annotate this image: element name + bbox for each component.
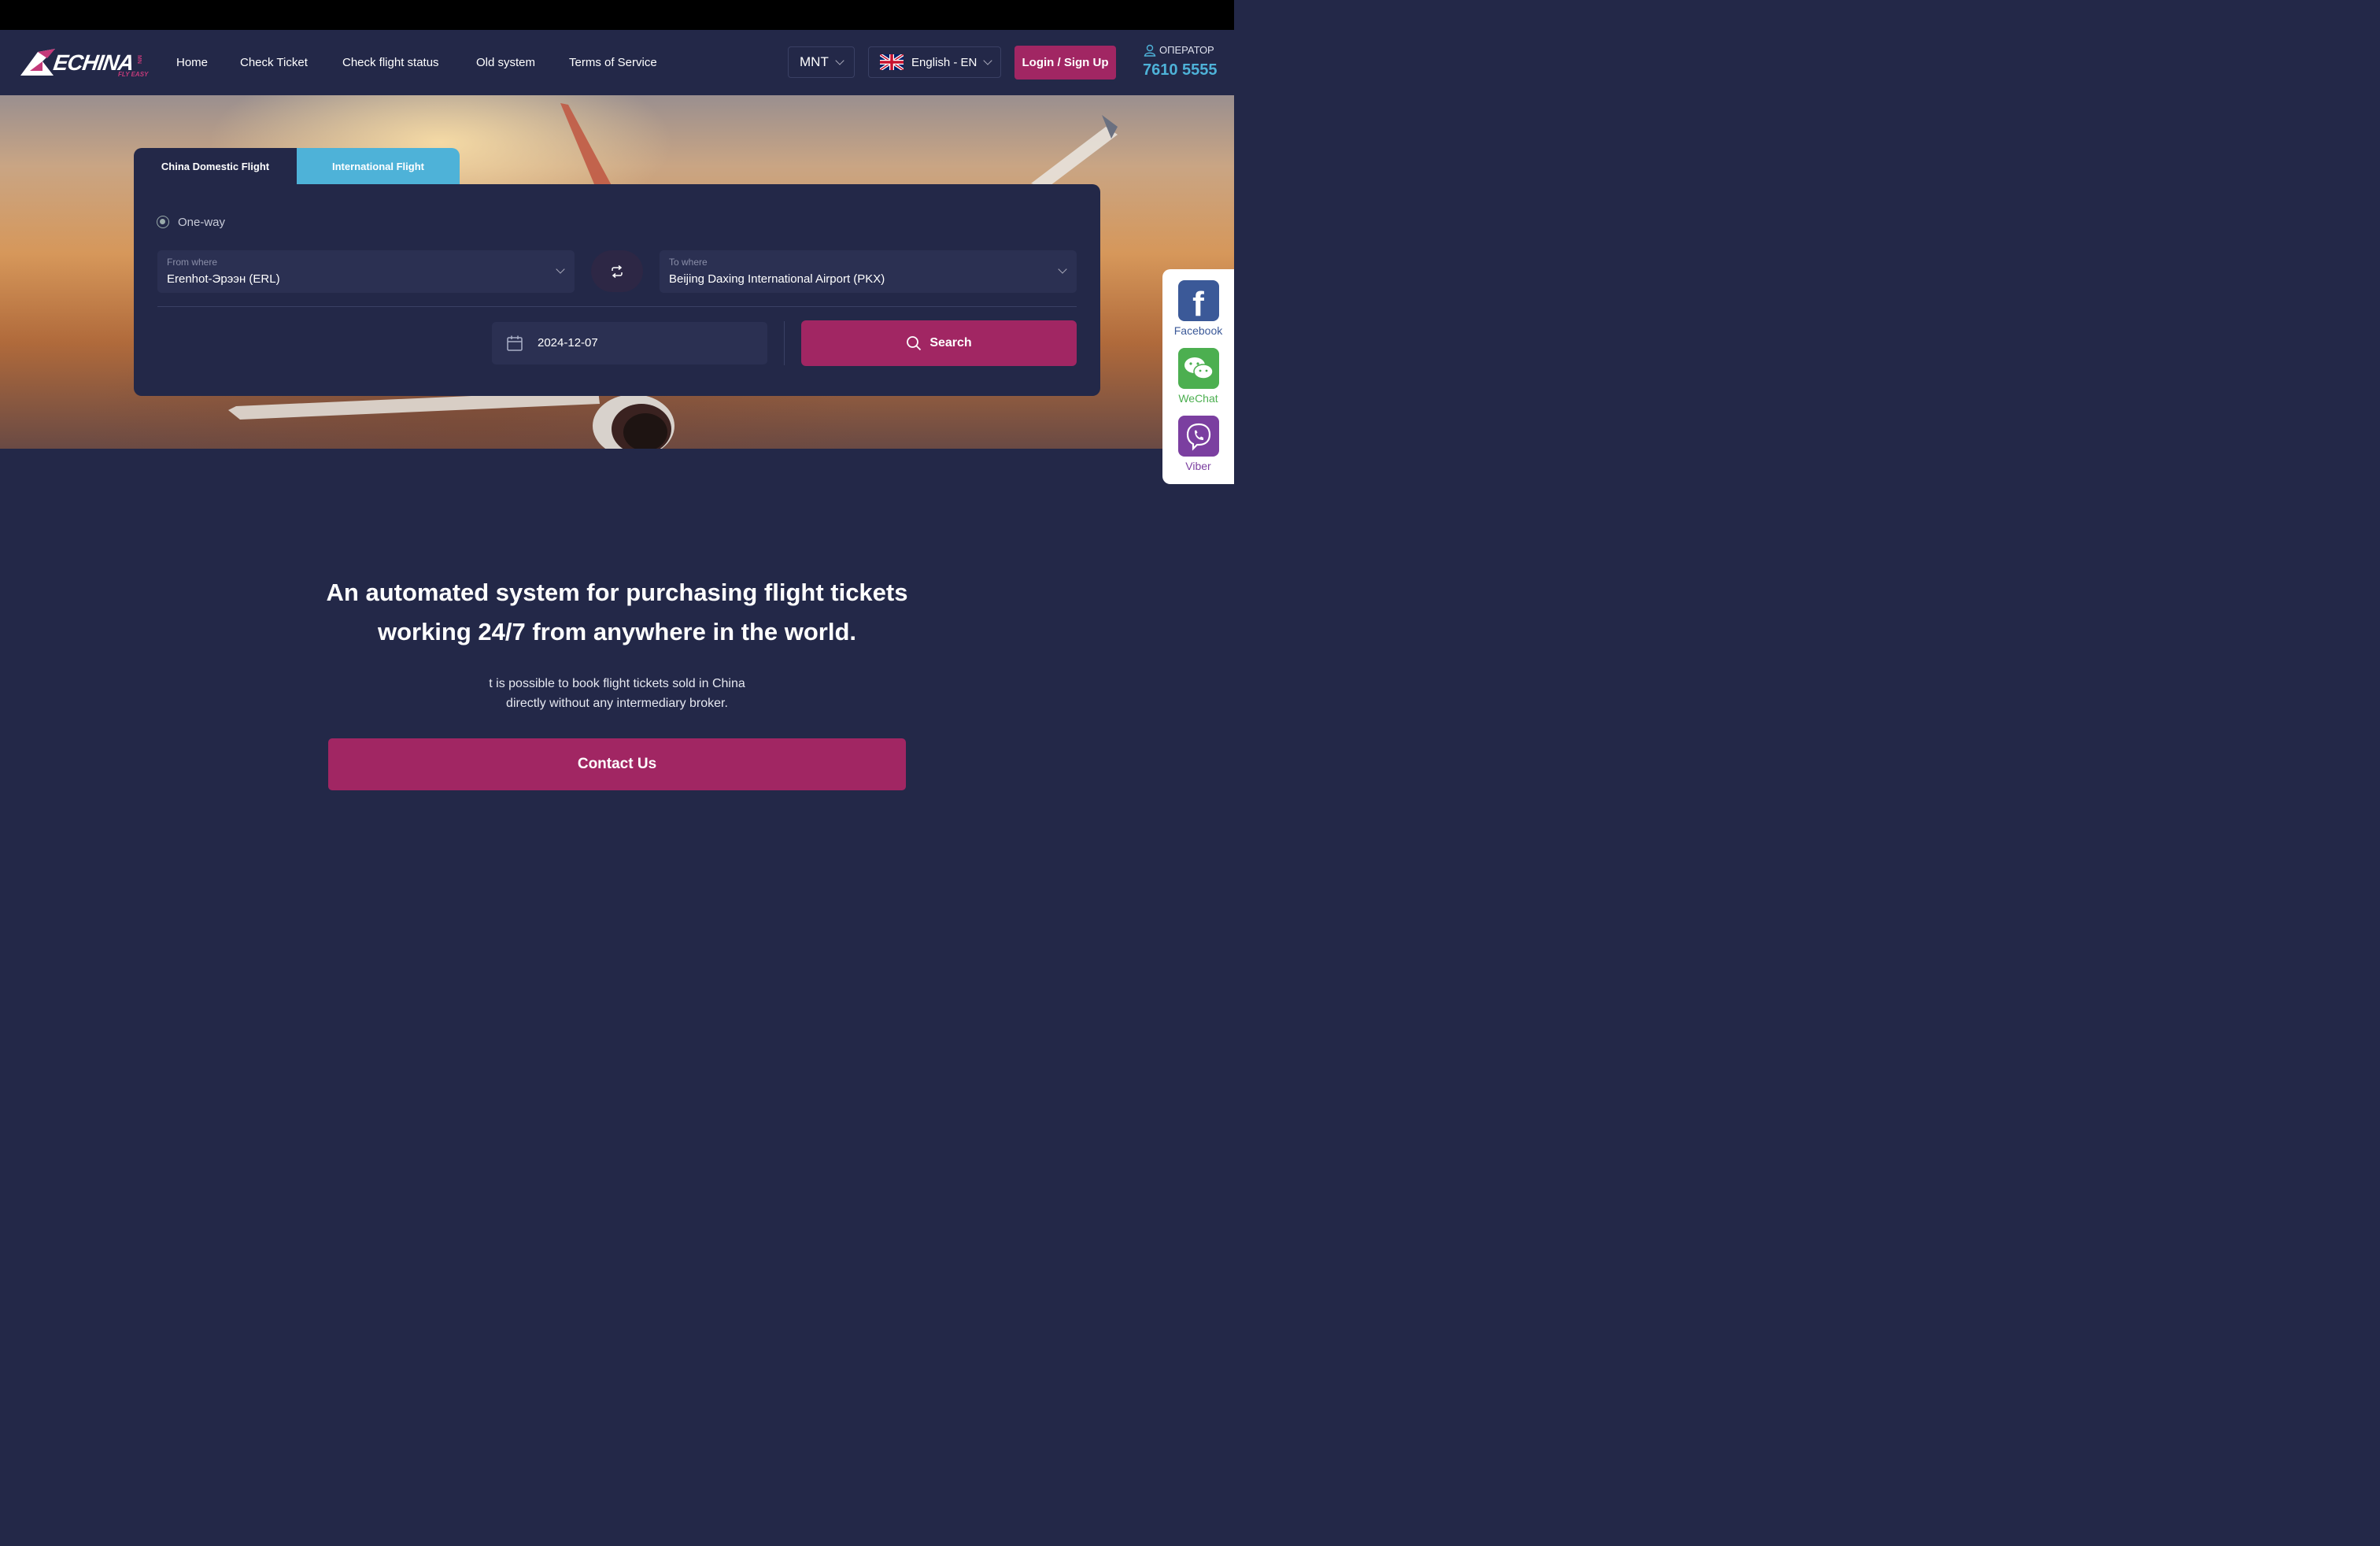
facebook-icon: f bbox=[1177, 280, 1219, 324]
wechat-icon bbox=[1177, 348, 1219, 389]
tab-international[interactable]: International Flight bbox=[297, 148, 460, 184]
to-value: Beijing Daxing International Airport (PK… bbox=[669, 272, 885, 286]
main-headline: An automated system for purchasing fligh… bbox=[236, 573, 998, 652]
nav-check-ticket[interactable]: Check Ticket bbox=[240, 56, 308, 69]
to-select[interactable]: To where Beijing Daxing International Ai… bbox=[660, 250, 1077, 293]
operator-phone[interactable]: 7610 5555 bbox=[1143, 61, 1218, 80]
chevron-down-icon bbox=[983, 56, 993, 65]
wechat-label: WeChat bbox=[1178, 392, 1218, 405]
chevron-down-icon bbox=[835, 56, 844, 65]
viber-label: Viber bbox=[1185, 460, 1211, 472]
chevron-down-icon bbox=[1058, 264, 1067, 274]
search-icon bbox=[907, 336, 922, 351]
one-way-radio[interactable] bbox=[157, 216, 169, 228]
search-label: Search bbox=[929, 336, 972, 350]
from-label: From where bbox=[167, 257, 218, 268]
swap-icon bbox=[612, 264, 623, 278]
viber-link[interactable]: Viber bbox=[1162, 416, 1234, 472]
language-select[interactable]: English - EN bbox=[868, 46, 1001, 78]
wechat-link[interactable]: WeChat bbox=[1162, 348, 1234, 405]
calendar-icon bbox=[507, 335, 523, 351]
tab-china-domestic[interactable]: China Domestic Flight bbox=[134, 148, 297, 184]
nav-terms-of-service[interactable]: Terms of Service bbox=[569, 56, 657, 69]
login-signup-button[interactable]: Login / Sign Up bbox=[1014, 46, 1116, 80]
from-select[interactable]: From where Erenhot-Эрээн (ERL) bbox=[157, 250, 575, 293]
chevron-down-icon bbox=[556, 264, 565, 274]
operator-label: ОПЕРАТОР bbox=[1159, 44, 1214, 56]
headline-line-1: An automated system for purchasing fligh… bbox=[326, 579, 908, 606]
logo-side-text: MN bbox=[136, 55, 142, 64]
headline-line-2: working 24/7 from anywhere in the world. bbox=[377, 618, 857, 645]
operator-icon bbox=[1144, 44, 1156, 57]
window-top-bar bbox=[0, 0, 1234, 30]
divider bbox=[157, 306, 1077, 307]
search-button[interactable]: Search bbox=[801, 320, 1077, 366]
from-value: Erenhot-Эрээн (ERL) bbox=[167, 272, 280, 286]
main-subtext: t is possible to book flight tickets sol… bbox=[315, 674, 919, 713]
vertical-divider bbox=[784, 321, 785, 365]
date-input[interactable]: 2024-12-07 bbox=[492, 322, 767, 364]
facebook-link[interactable]: f Facebook bbox=[1162, 280, 1234, 337]
facebook-label: Facebook bbox=[1173, 324, 1223, 337]
contact-us-button[interactable]: Contact Us bbox=[328, 738, 906, 790]
nav-check-flight-status[interactable]: Check flight status bbox=[342, 56, 439, 69]
nav-home[interactable]: Home bbox=[176, 56, 208, 69]
logo-tagline: FLY EASY bbox=[118, 71, 149, 78]
date-value: 2024-12-07 bbox=[538, 336, 598, 350]
currency-select[interactable]: MNT bbox=[788, 46, 855, 78]
currency-value: MNT bbox=[800, 54, 829, 69]
uk-flag-icon bbox=[880, 54, 904, 70]
subtext-line-1: t is possible to book flight tickets sol… bbox=[489, 677, 745, 690]
swap-button[interactable] bbox=[591, 250, 643, 292]
one-way-label: One-way bbox=[178, 216, 226, 229]
to-label: To where bbox=[669, 257, 708, 268]
language-value: English - EN bbox=[911, 55, 978, 69]
social-sidebar: f Facebook WeChat Viber bbox=[1162, 269, 1234, 484]
subtext-line-2: directly without any intermediary broker… bbox=[506, 697, 728, 710]
viber-icon bbox=[1177, 416, 1219, 457]
nav-old-system[interactable]: Old system bbox=[476, 56, 535, 69]
